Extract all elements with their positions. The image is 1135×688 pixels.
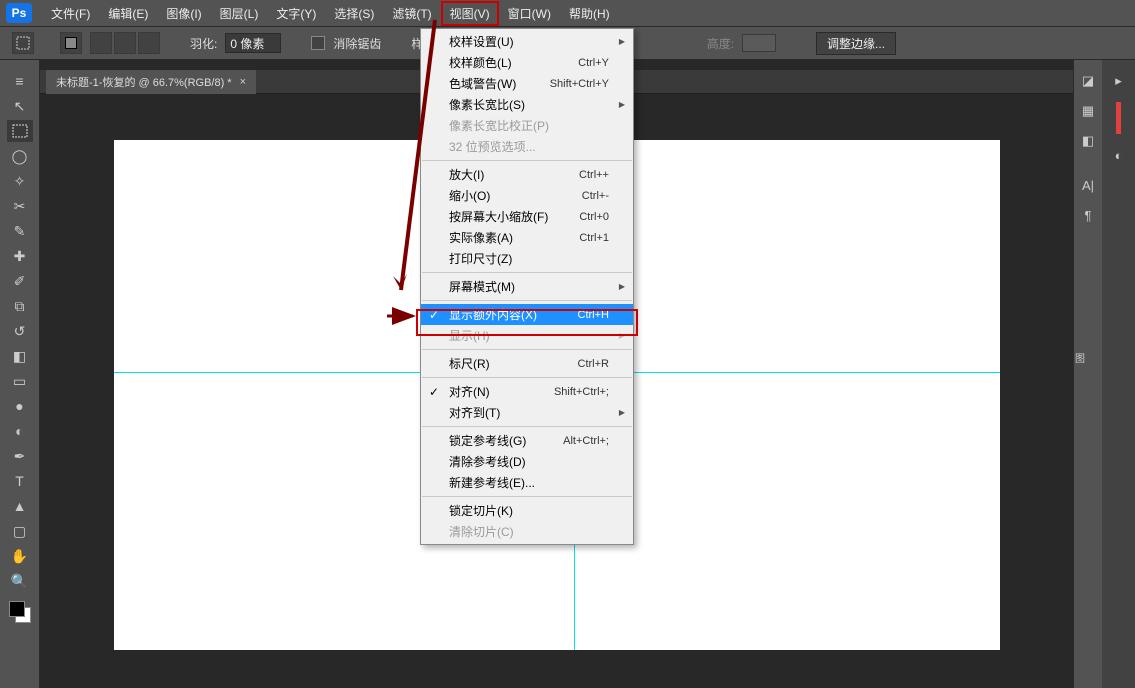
menu-type[interactable]: 文字(Y): [267, 1, 325, 26]
move-tool-icon[interactable]: ↖: [7, 95, 33, 117]
menu-show[interactable]: 显示(H): [421, 325, 633, 346]
gradient-tool-icon[interactable]: ▭: [7, 370, 33, 392]
adjustments-panel-icon[interactable]: ◐: [1108, 144, 1130, 166]
path-select-icon[interactable]: ▲: [7, 495, 33, 517]
menu-image[interactable]: 图像(I): [157, 1, 210, 26]
menu-actual-pixels[interactable]: 实际像素(A)Ctrl+1: [421, 227, 633, 248]
feather-label: 羽化:: [190, 35, 217, 52]
layers-panel-label[interactable]: 图: [1074, 350, 1086, 365]
stamp-tool-icon[interactable]: ⧉: [7, 295, 33, 317]
right-dock-main: ▸ ◐: [1102, 60, 1135, 688]
menu-new-guide[interactable]: 新建参考线(E)...: [421, 472, 633, 493]
zoom-tool-icon[interactable]: 🔍: [7, 570, 33, 592]
document-tab-title: 未标题-1-恢复的 @ 66.7%(RGB/8) *: [56, 74, 232, 90]
menu-select[interactable]: 选择(S): [325, 1, 383, 26]
character-panel-icon[interactable]: A|: [1077, 174, 1099, 196]
antialias-label: 消除锯齿: [333, 35, 381, 52]
view-menu-dropdown: 校样设置(U) 校样颜色(L)Ctrl+Y 色域警告(W)Shift+Ctrl+…: [420, 28, 634, 545]
blur-tool-icon[interactable]: ●: [7, 395, 33, 417]
intersect-selection-icon[interactable]: [138, 32, 160, 54]
menu-zoom-in[interactable]: 放大(I)Ctrl++: [421, 164, 633, 185]
menu-edit[interactable]: 编辑(E): [99, 1, 157, 26]
menu-lock-slices[interactable]: 锁定切片(K): [421, 500, 633, 521]
menu-zoom-out[interactable]: 缩小(O)Ctrl+-: [421, 185, 633, 206]
menu-clear-guides[interactable]: 清除参考线(D): [421, 451, 633, 472]
menu-bar: Ps 文件(F) 编辑(E) 图像(I) 图层(L) 文字(Y) 选择(S) 滤…: [0, 0, 1135, 27]
marquee-tool-preset-icon[interactable]: [12, 32, 34, 54]
hand-tool-icon[interactable]: ✋: [7, 545, 33, 567]
check-icon: ✓: [429, 308, 439, 322]
menu-pixel-aspect[interactable]: 像素长宽比(S): [421, 94, 633, 115]
menu-separator: [422, 377, 632, 378]
eraser-tool-icon[interactable]: ◧: [7, 345, 33, 367]
height-input[interactable]: [742, 34, 776, 52]
grip-icon[interactable]: ≡: [7, 70, 33, 92]
eyedropper-tool-icon[interactable]: ✎: [7, 220, 33, 242]
lasso-tool-icon[interactable]: ◯: [7, 145, 33, 167]
menu-view[interactable]: 视图(V): [441, 1, 499, 26]
menu-gamut-warning[interactable]: 色域警告(W)Shift+Ctrl+Y: [421, 73, 633, 94]
new-selection-icon[interactable]: [60, 32, 82, 54]
menu-separator: [422, 426, 632, 427]
menu-print-size[interactable]: 打印尺寸(Z): [421, 248, 633, 269]
check-icon: ✓: [429, 385, 439, 399]
menu-32bit-preview: 32 位预览选项...: [421, 136, 633, 157]
right-dock: ◪ ▦ ◧ A| ¶ ▸ ◐ 图: [1073, 60, 1135, 688]
heal-tool-icon[interactable]: ✚: [7, 245, 33, 267]
subtract-selection-icon[interactable]: [114, 32, 136, 54]
crop-tool-icon[interactable]: ✂: [7, 195, 33, 217]
dodge-tool-icon[interactable]: ◐: [7, 420, 33, 442]
menu-window[interactable]: 窗口(W): [499, 1, 560, 26]
shape-tool-icon[interactable]: ▢: [7, 520, 33, 542]
close-icon[interactable]: ×: [240, 76, 246, 88]
menu-separator: [422, 496, 632, 497]
app-logo: Ps: [6, 3, 32, 23]
swatches-panel-icon[interactable]: ▦: [1077, 100, 1099, 122]
styles-panel-icon[interactable]: ◧: [1077, 130, 1099, 152]
add-selection-icon[interactable]: [90, 32, 112, 54]
adjust-edge-button[interactable]: 调整边缘...: [816, 32, 896, 55]
menu-filter[interactable]: 滤镜(T): [383, 1, 440, 26]
menu-clear-slices: 清除切片(C): [421, 521, 633, 542]
marquee-tool-icon[interactable]: [7, 120, 33, 142]
height-label: 高度:: [707, 35, 734, 52]
document-tab[interactable]: 未标题-1-恢复的 @ 66.7%(RGB/8) * ×: [46, 70, 256, 94]
menu-screen-mode[interactable]: 屏幕模式(M): [421, 276, 633, 297]
menu-pixel-aspect-corr: 像素长宽比校正(P): [421, 115, 633, 136]
menu-rulers[interactable]: 标尺(R)Ctrl+R: [421, 353, 633, 374]
menu-snap[interactable]: ✓对齐(N)Shift+Ctrl+;: [421, 381, 633, 402]
color-swatches[interactable]: [9, 601, 31, 623]
menu-separator: [422, 160, 632, 161]
menu-snap-to[interactable]: 对齐到(T): [421, 402, 633, 423]
menu-help[interactable]: 帮助(H): [560, 1, 619, 26]
history-brush-icon[interactable]: ↺: [7, 320, 33, 342]
type-tool-icon[interactable]: T: [7, 470, 33, 492]
menu-layer[interactable]: 图层(L): [211, 1, 268, 26]
antialias-checkbox[interactable]: [311, 36, 325, 50]
selection-mode-group: [90, 32, 160, 54]
history-panel-icon[interactable]: ◪: [1077, 70, 1099, 92]
paragraph-panel-icon[interactable]: ¶: [1077, 204, 1099, 226]
menu-separator: [422, 349, 632, 350]
menu-proof-colors[interactable]: 校样颜色(L)Ctrl+Y: [421, 52, 633, 73]
menu-file[interactable]: 文件(F): [42, 1, 99, 26]
menu-separator: [422, 272, 632, 273]
menu-proof-setup[interactable]: 校样设置(U): [421, 31, 633, 52]
menu-separator: [422, 300, 632, 301]
brush-tool-icon[interactable]: ✐: [7, 270, 33, 292]
wand-tool-icon[interactable]: ✧: [7, 170, 33, 192]
pen-tool-icon[interactable]: ✒: [7, 445, 33, 467]
menu-extras[interactable]: ✓显示额外内容(X)Ctrl+H: [421, 304, 633, 325]
collapse-panel-icon[interactable]: ▸: [1108, 70, 1130, 92]
tools-panel: ≡ ↖ ◯ ✧ ✂ ✎ ✚ ✐ ⧉ ↺ ◧ ▭ ● ◐ ✒ T ▲ ▢ ✋ 🔍: [0, 60, 40, 688]
color-panel-strip[interactable]: [1116, 102, 1121, 134]
menu-lock-guides[interactable]: 锁定参考线(G)Alt+Ctrl+;: [421, 430, 633, 451]
right-dock-narrow: ◪ ▦ ◧ A| ¶: [1073, 60, 1102, 688]
menu-fit-screen[interactable]: 按屏幕大小缩放(F)Ctrl+0: [421, 206, 633, 227]
feather-input[interactable]: [225, 33, 281, 53]
